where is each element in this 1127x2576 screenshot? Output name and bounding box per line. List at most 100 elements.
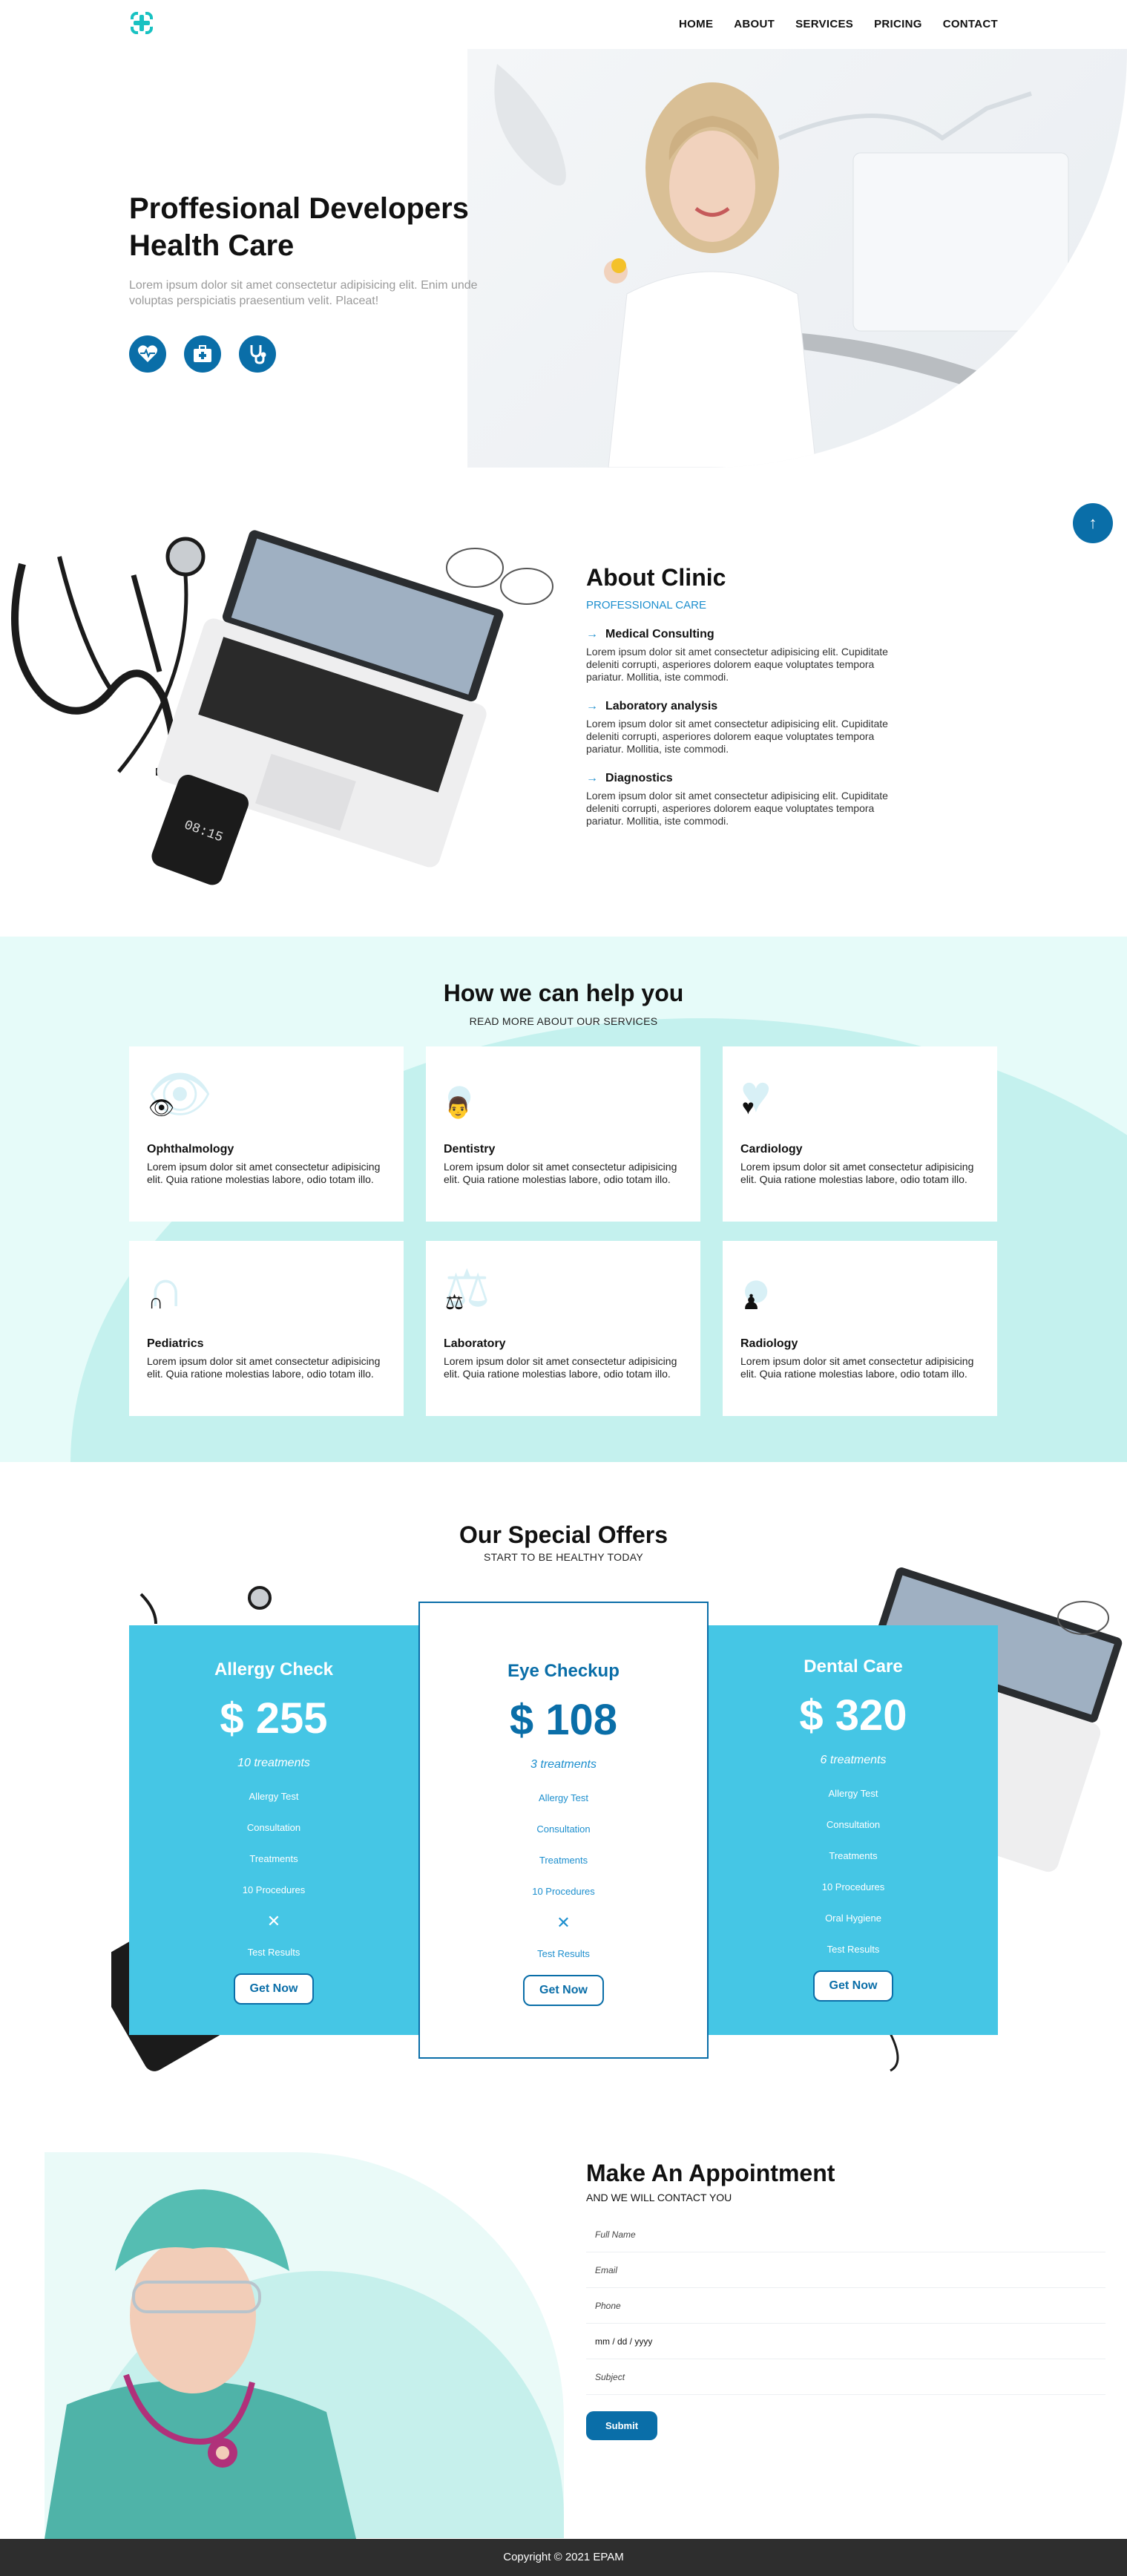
scroll-top-button[interactable]: ↑ (1073, 503, 1113, 543)
service-card[interactable]: ● 👨 Dentistry Lorem ipsum dolor sit amet … (426, 1046, 700, 1222)
close-icon: ✕ (266, 1912, 281, 1930)
service-title: Cardiology (740, 1143, 803, 1156)
appointment-subtitle: AND WE WILL CONTACT YOU (586, 2192, 732, 2203)
services-section: How we can help you READ MORE ABOUT OUR … (0, 937, 1127, 1462)
about-feature-text: Lorem ipsum dolor sit amet consectetur a… (586, 790, 888, 827)
radiology-icon: ♟ (742, 1291, 761, 1314)
medkit-icon[interactable] (184, 335, 221, 373)
offers-title: Our Special Offers (459, 1521, 668, 1548)
service-title: Dentistry (444, 1143, 496, 1156)
plan-feature: Test Results (537, 1948, 590, 1959)
nav-services[interactable]: SERVICES (795, 18, 853, 30)
services-subtitle: READ MORE ABOUT OUR SERVICES (469, 1015, 658, 1027)
service-title: Ophthalmology (147, 1143, 234, 1156)
plan-name: Dental Care (804, 1656, 903, 1677)
service-text: Lorem ipsum dolor sit amet consectetur a… (740, 1355, 974, 1380)
nav-pricing[interactable]: PRICING (874, 18, 922, 30)
service-text: Lorem ipsum dolor sit amet consectetur a… (444, 1355, 677, 1380)
footer: Copyright © 2021 EPAM (0, 2539, 1127, 2576)
plan-feature: Oral Hygiene (825, 1913, 881, 1924)
get-now-button[interactable]: Get Now (812, 1970, 894, 2002)
full-name-input[interactable]: Full Name (586, 2217, 1105, 2252)
nav-contact[interactable]: CONTACT (943, 18, 998, 30)
about-feature: → Diagnostics Lorem ipsum dolor sit amet … (586, 772, 898, 827)
hero-section: Proffesional Developers Health Care Lore… (0, 49, 1127, 468)
heartbeat-icon: ♥ (742, 1095, 755, 1118)
about-feature: → Laboratory analysis Lorem ipsum dolor s… (586, 700, 898, 756)
balance-scale-icon: ⚖ (445, 1291, 464, 1314)
main-menu: HOME ABOUT SERVICES PRICING CONTACT (679, 18, 998, 30)
about-feature-title: Diagnostics (605, 772, 673, 784)
plan-feature: 10 Procedures (532, 1886, 595, 1897)
appointment-title: Make An Appointment (586, 2160, 835, 2186)
hero-title: Proffesional Developers Health Care (129, 192, 469, 262)
page: HOME ABOUT SERVICES PRICING CONTACT Prof… (0, 0, 1127, 2576)
subject-input[interactable]: Subject (586, 2359, 1105, 2395)
plan-treatments: 3 treatments (530, 1758, 597, 1771)
about-feature-text: Lorem ipsum dolor sit amet consectetur a… (586, 718, 888, 755)
service-card[interactable]: ∩ ∩ Pediatrics Lorem ipsum dolor sit amet… (129, 1241, 404, 1416)
plan-features: Allergy Test Consultation Treatments 10 … (420, 1788, 707, 1975)
plan-feature: Allergy Test (828, 1788, 878, 1799)
service-text: Lorem ipsum dolor sit amet consectetur a… (740, 1161, 974, 1185)
nav-home[interactable]: HOME (679, 18, 713, 30)
service-card[interactable]: ⚖ ⚖ Laboratory Lorem ipsum dolor sit amet… (426, 1241, 700, 1416)
service-card[interactable]: 👁 👁 Ophthalmology Lorem ipsum dolor sit a… (129, 1046, 404, 1222)
about-section: About Clinic PROFESSIONAL CARE → Medical … (586, 564, 898, 827)
about-feature: → Medical Consulting Lorem ipsum dolor si… (586, 628, 898, 684)
service-text: Lorem ipsum dolor sit amet consectetur a… (147, 1161, 381, 1185)
stethoscope-icon[interactable] (239, 335, 276, 373)
pricing-card: Dental Care $ 320 6 treatments Allergy T… (709, 1625, 998, 2035)
plan-feature: Consultation (246, 1822, 301, 1833)
hero-icon-list (129, 335, 276, 373)
date-input[interactable]: mm / dd / yyyy (586, 2324, 1105, 2359)
plan-feature: Allergy Test (539, 1792, 588, 1803)
eye-icon: 👁 (148, 1096, 175, 1119)
logo-icon[interactable] (129, 10, 154, 36)
nav-about[interactable]: ABOUT (734, 18, 775, 30)
appointment-section: Make An Appointment AND WE WILL CONTACT … (586, 2160, 1105, 2440)
service-card[interactable]: ● ♟ Radiology Lorem ipsum dolor sit amet … (723, 1241, 997, 1416)
plan-treatments: 10 treatments (237, 1757, 310, 1769)
get-now-button[interactable]: Get Now (523, 1975, 604, 2006)
plan-price: $ 108 (509, 1696, 618, 1744)
plan-name: Allergy Check (214, 1659, 334, 1679)
service-text: Lorem ipsum dolor sit amet consectetur a… (444, 1161, 677, 1185)
plan-feature: Allergy Test (249, 1791, 299, 1802)
plan-feature: Treatments (249, 1853, 298, 1864)
arrow-right-icon: → (586, 628, 598, 640)
about-subtitle: PROFESSIONAL CARE (586, 599, 706, 612)
plan-feature: Treatments (539, 1855, 588, 1866)
service-title: Laboratory (444, 1337, 506, 1350)
about-feature-title: Medical Consulting (605, 628, 714, 640)
get-now-button[interactable]: Get Now (233, 1973, 315, 2005)
plan-feature: Test Results (247, 1947, 300, 1958)
plan-feature: 10 Procedures (242, 1884, 306, 1895)
about-image: 08:15 (0, 505, 564, 891)
about-feature-text: Lorem ipsum dolor sit amet consectetur a… (586, 646, 888, 683)
heart-pulse-icon[interactable] (129, 335, 166, 373)
copyright-text: Copyright © 2021 EPAM (503, 2551, 624, 2563)
about-title: About Clinic (586, 564, 726, 591)
service-title: Pediatrics (147, 1337, 204, 1350)
plan-feature: Treatments (829, 1850, 878, 1861)
service-title: Radiology (740, 1337, 798, 1350)
hero-text: Lorem ipsum dolor sit amet consectetur a… (129, 279, 478, 307)
pricing-card: Allergy Check $ 255 10 treatments Allerg… (129, 1625, 418, 2035)
plan-feature: Test Results (827, 1944, 880, 1955)
close-icon: ✕ (556, 1913, 571, 1932)
submit-button[interactable]: Submit (586, 2411, 658, 2440)
service-card[interactable]: ♥ ♥ Cardiology Lorem ipsum dolor sit amet… (723, 1046, 997, 1222)
plan-price: $ 320 (799, 1691, 907, 1740)
plan-feature: Consultation (826, 1819, 881, 1830)
arrow-right-icon: → (586, 772, 598, 784)
plan-name: Eye Checkup (507, 1661, 620, 1681)
services-title: How we can help you (443, 980, 684, 1006)
service-text: Lorem ipsum dolor sit amet consectetur a… (147, 1355, 381, 1380)
phone-input[interactable]: Phone (586, 2288, 1105, 2324)
plan-treatments: 6 treatments (820, 1754, 887, 1766)
plan-feature: Consultation (536, 1823, 591, 1835)
plan-feature: 10 Procedures (821, 1881, 885, 1892)
nurse-image (45, 2189, 356, 2539)
email-input[interactable]: Email (586, 2252, 1105, 2288)
